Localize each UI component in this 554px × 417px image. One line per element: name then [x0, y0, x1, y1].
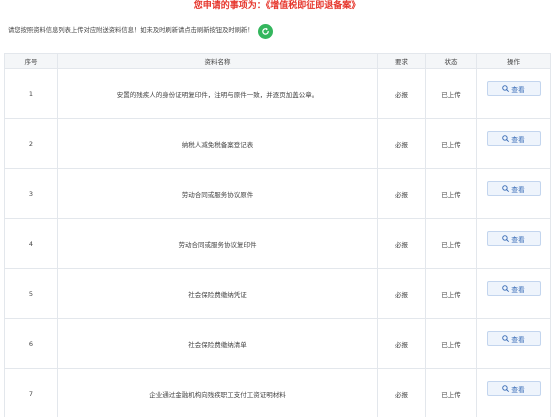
view-button[interactable]: 查看: [486, 331, 541, 346]
row-index: 3: [4, 168, 58, 219]
row-action-cell: 查看: [476, 68, 551, 119]
document-table: 序号 资料名称 要求 状态 操作 1 安置的残疾人的身份证明复印件，注明与原件一…: [4, 53, 551, 417]
row-requirement: 必报: [377, 168, 426, 219]
row-action-cell: 查看: [476, 118, 551, 169]
row-index: 2: [4, 118, 58, 169]
row-requirement: 必报: [377, 218, 426, 269]
row-requirement: 必报: [377, 318, 426, 369]
row-action-cell: 查看: [476, 368, 551, 417]
row-index: 6: [4, 318, 58, 369]
table-row: 2 纳税人减免税备案登记表 必报 已上传 查看: [4, 118, 551, 169]
row-status: 已上传: [425, 368, 477, 417]
row-requirement: 必报: [377, 368, 426, 417]
table-row: 4 劳动合同或服务协议复印件 必报 已上传 查看: [4, 218, 551, 269]
row-requirement: 必报: [377, 268, 426, 319]
table-row: 3 劳动合同或服务协议原件 必报 已上传 查看: [4, 168, 551, 219]
row-status: 已上传: [425, 218, 477, 269]
search-icon: [502, 235, 510, 242]
search-icon: [502, 335, 510, 342]
row-action-cell: 查看: [476, 168, 551, 219]
table-row: 1 安置的残疾人的身份证明复印件，注明与原件一致，并逐页加盖公章。 必报 已上传…: [4, 68, 551, 119]
row-index: 5: [4, 268, 58, 319]
search-icon: [502, 385, 510, 392]
row-status: 已上传: [425, 318, 477, 369]
view-button[interactable]: 查看: [486, 231, 541, 246]
table-row: 6 社会保险费缴纳清单 必报 已上传 查看: [4, 318, 551, 369]
row-document-name: 劳动合同或服务协议复印件: [57, 218, 378, 269]
row-document-name: 安置的残疾人的身份证明复印件，注明与原件一致，并逐页加盖公章。: [57, 68, 378, 119]
view-button-label: 查看: [511, 235, 525, 244]
column-header-action: 操作: [476, 53, 551, 69]
column-header-status: 状态: [425, 53, 477, 69]
view-button[interactable]: 查看: [486, 381, 541, 396]
table-body: 1 安置的残疾人的身份证明复印件，注明与原件一致，并逐页加盖公章。 必报 已上传…: [4, 68, 551, 417]
search-icon: [502, 285, 510, 292]
search-icon: [502, 85, 510, 92]
row-requirement: 必报: [377, 68, 426, 119]
view-button[interactable]: 查看: [486, 181, 541, 196]
column-header-name: 资料名称: [57, 53, 378, 69]
view-button-label: 查看: [511, 385, 525, 394]
title-item: 《增值税即征即退备案》: [265, 1, 361, 11]
view-button-label: 查看: [511, 185, 525, 194]
row-document-name: 纳税人减免税备案登记表: [57, 118, 378, 169]
row-document-name: 企业通过金融机构向残疾职工支付工资证明材料: [57, 368, 378, 417]
table-header-row: 序号 资料名称 要求 状态 操作: [4, 53, 551, 69]
row-action-cell: 查看: [476, 218, 551, 269]
view-button[interactable]: 查看: [486, 131, 541, 146]
row-document-name: 社会保险费缴纳清单: [57, 318, 378, 369]
refresh-icon: [261, 27, 269, 35]
column-header-requirement: 要求: [377, 53, 426, 69]
row-status: 已上传: [425, 68, 477, 119]
view-button-label: 查看: [511, 85, 525, 94]
column-header-index: 序号: [4, 53, 58, 69]
row-action-cell: 查看: [476, 268, 551, 319]
refresh-button[interactable]: [257, 23, 273, 39]
instruction-text: 请您按照资料信息列表上传对应附送资料信息！如未及时刷新请点击刷新按钮及时刷新！: [8, 27, 254, 34]
view-button[interactable]: 查看: [486, 81, 541, 96]
page-title: 您申请的事项为：《增值税即征即退备案》: [0, 0, 554, 14]
table-row: 5 社会保险费缴纳凭证 必报 已上传 查看: [4, 268, 551, 319]
search-icon: [502, 135, 510, 142]
view-button-label: 查看: [511, 135, 525, 144]
row-index: 1: [4, 68, 58, 119]
row-status: 已上传: [425, 168, 477, 219]
row-document-name: 劳动合同或服务协议原件: [57, 168, 378, 219]
view-button[interactable]: 查看: [486, 281, 541, 296]
instruction-row: 请您按照资料信息列表上传对应附送资料信息！如未及时刷新请点击刷新按钮及时刷新！: [8, 23, 273, 39]
view-button-label: 查看: [511, 285, 525, 294]
search-icon: [502, 185, 510, 192]
title-prefix: 您申请的事项为：: [193, 1, 266, 11]
row-status: 已上传: [425, 268, 477, 319]
view-button-label: 查看: [511, 335, 525, 344]
row-action-cell: 查看: [476, 318, 551, 369]
row-requirement: 必报: [377, 118, 426, 169]
table-row: 7 企业通过金融机构向残疾职工支付工资证明材料 必报 已上传 查看: [4, 368, 551, 417]
row-index: 7: [4, 368, 58, 417]
row-document-name: 社会保险费缴纳凭证: [57, 268, 378, 319]
row-status: 已上传: [425, 118, 477, 169]
row-index: 4: [4, 218, 58, 269]
